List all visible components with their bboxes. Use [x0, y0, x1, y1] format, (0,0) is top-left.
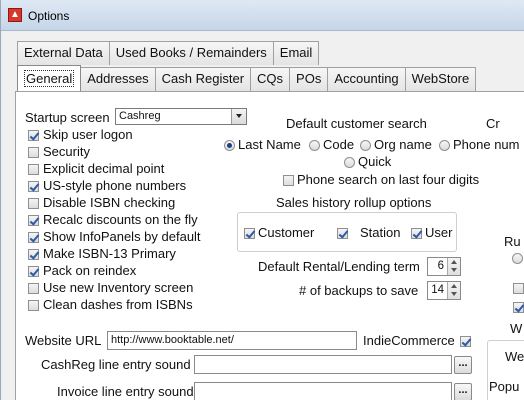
backups-value: 14 — [431, 284, 444, 296]
phone-last-four-label: Phone search on last four digits — [297, 172, 480, 187]
checkbox-icon[interactable] — [28, 232, 39, 243]
chevron-down-icon[interactable] — [231, 109, 246, 124]
checkbox-icon[interactable] — [28, 215, 39, 226]
tab-used-books[interactable]: Used Books / Remainders — [108, 41, 274, 65]
checkbox-rollup-station[interactable] — [337, 228, 348, 239]
tab-email[interactable]: Email — [272, 41, 320, 65]
cashreg-sound-label: CashReg line entry sound — [41, 357, 191, 372]
tab-accounting[interactable]: Accounting — [327, 67, 406, 91]
checkbox-icon[interactable] — [28, 300, 39, 311]
radio-last-name[interactable] — [224, 140, 235, 151]
right-cut-radio[interactable] — [512, 253, 523, 264]
startup-screen-value: Cashreg — [119, 110, 161, 122]
checkbox-indiecommerce[interactable] — [460, 336, 471, 347]
tab-cqs[interactable]: CQs — [250, 67, 291, 91]
checkbox-icon[interactable] — [28, 198, 39, 209]
rental-term-spinner[interactable]: 6 — [427, 257, 461, 276]
indiecommerce-label: IndieCommerce — [363, 333, 455, 348]
checkbox-icon[interactable] — [28, 266, 39, 277]
rollup-customer-label: Customer — [258, 225, 315, 240]
rollup-label: Sales history rollup options — [276, 195, 432, 210]
radio-org-name[interactable] — [360, 140, 371, 151]
checkbox-icon[interactable] — [28, 147, 39, 158]
invoice-sound-browse-button[interactable]: ... — [454, 383, 472, 400]
startup-screen-label: Startup screen — [25, 110, 110, 125]
radio-code-label: Code — [323, 137, 355, 152]
startup-screen-select[interactable]: Cashreg — [115, 108, 247, 125]
invoice-sound-input[interactable] — [194, 382, 452, 400]
title-bar[interactable]: ▲ Options — [1, 0, 524, 31]
radio-code[interactable] — [309, 140, 320, 151]
spinner-arrows-icon[interactable] — [447, 258, 460, 275]
radio-quick-label: Quick — [358, 154, 392, 169]
rollup-station-label: Station — [360, 225, 401, 240]
tab-external-data[interactable]: External Data — [17, 41, 110, 65]
checkbox-phone-last-four[interactable] — [283, 175, 294, 186]
tab-webstore[interactable]: WebStore — [404, 67, 477, 91]
backups-label: # of backups to save — [299, 283, 419, 298]
right-cut-we: We — [505, 349, 524, 364]
backups-spinner[interactable]: 14 — [427, 281, 461, 300]
tab-row-bottom: General Addresses Cash Register CQs POs … — [17, 65, 477, 91]
radio-phone-num[interactable] — [439, 140, 450, 151]
checkbox-icon[interactable] — [28, 283, 39, 294]
window-title: Options — [28, 9, 70, 23]
rollup-user-label: User — [425, 225, 453, 240]
rental-term-label: Default Rental/Lending term — [258, 259, 420, 274]
radio-quick[interactable] — [344, 157, 355, 168]
checkbox-icon[interactable] — [28, 164, 39, 175]
right-cut-ru: Ru — [504, 234, 521, 249]
tab-pos[interactable]: POs — [289, 67, 329, 91]
checkbox-rollup-user[interactable] — [411, 228, 422, 239]
customer-search-label: Default customer search — [286, 116, 427, 131]
right-cut-popu: Popu — [489, 379, 520, 394]
website-url-label: Website URL — [25, 333, 102, 348]
right-cut-checkbox-2[interactable] — [513, 302, 524, 313]
options-window: ▲ Options External Data Used Books / Rem… — [0, 0, 524, 400]
tab-general[interactable]: General — [17, 65, 82, 91]
tab-row-top: External Data Used Books / Remainders Em… — [17, 41, 320, 65]
radio-phone-num-label: Phone num — [453, 137, 520, 152]
rental-term-value: 6 — [437, 260, 444, 272]
spinner-arrows-icon[interactable] — [447, 282, 460, 299]
app-icon: ▲ — [8, 8, 22, 22]
checkbox-icon[interactable] — [28, 130, 39, 141]
right-cut-w: W — [510, 321, 523, 336]
radio-last-name-label: Last Name — [238, 137, 301, 152]
tab-addresses[interactable]: Addresses — [80, 67, 156, 91]
checkbox-icon[interactable] — [28, 181, 39, 192]
right-cut-checkbox-1[interactable] — [513, 283, 524, 294]
invoice-sound-label: Invoice line entry sound — [57, 384, 194, 399]
checkbox-rollup-customer[interactable] — [244, 228, 255, 239]
website-url-input[interactable]: http://www.booktable.net/ — [107, 331, 357, 350]
checkbox-icon[interactable] — [28, 249, 39, 260]
cashreg-sound-input[interactable] — [194, 355, 452, 374]
radio-org-name-label: Org name — [374, 137, 432, 152]
tab-cash-register[interactable]: Cash Register — [154, 67, 252, 91]
cashreg-sound-browse-button[interactable]: ... — [454, 356, 472, 374]
right-cut-header: Cr — [486, 116, 500, 131]
